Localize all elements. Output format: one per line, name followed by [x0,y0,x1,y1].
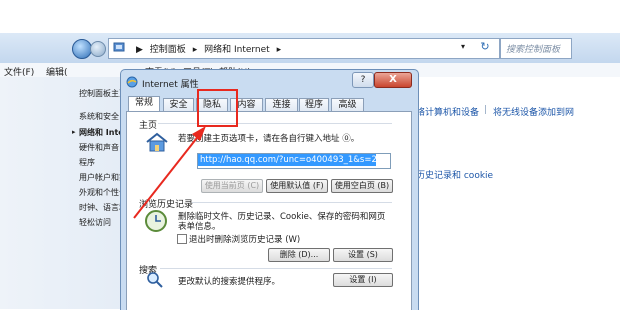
internet-options-icon [126,76,138,88]
link-network-computers[interactable]: 络计算机和设备 [416,105,479,118]
search-settings-button[interactable]: 设置 (I) [333,273,393,287]
delete-history-button[interactable]: 删除 (D)... [268,248,330,262]
use-blank-button[interactable]: 使用空白页 (B) [331,179,393,193]
breadcrumb-part: ▶ [136,45,143,55]
breadcrumb-part[interactable]: 控制面板 [150,45,186,55]
breadcrumb-part[interactable]: 网络和 Internet [204,45,270,55]
close-button[interactable]: X [374,72,412,88]
tab-connections[interactable]: 连接 [265,98,298,111]
search-placeholder: 搜索控制面板 [506,45,561,55]
help-button[interactable]: ? [352,72,374,88]
tab-advanced[interactable]: 高级 [331,98,364,111]
delete-on-exit-checkbox[interactable] [177,234,187,244]
breadcrumb-part: ▸ [276,45,282,55]
tab-programs[interactable]: 程序 [299,98,329,111]
search-magnifier-icon [147,272,163,288]
refresh-icon[interactable]: ↻ [478,40,492,54]
breadcrumb-part: ▸ [192,45,198,55]
use-default-button[interactable]: 使用默认值 (F) [266,179,328,193]
breadcrumb[interactable]: ▶ 控制面板 ▸ 网络和 Internet ▸ [136,42,285,55]
current-item-marker: ▸ [72,128,76,136]
group-divider [160,268,392,269]
back-button[interactable] [72,39,92,59]
link-history-cookies[interactable]: 历史记录和 cookie [416,168,493,181]
dialog-title: Internet 属性 [142,80,199,90]
control-panel-icon [113,42,125,52]
forward-button[interactable] [90,41,106,57]
history-settings-button[interactable]: 设置 (S) [333,248,393,262]
delete-on-exit-label[interactable]: 退出时删除浏览历史记录 (W) [189,233,300,245]
annotation-arrow-icon [133,126,206,219]
link-separator: | [484,105,488,115]
link-add-wireless[interactable]: 将无线设备添加到网 [493,105,574,118]
chevron-down-icon[interactable]: ▾ [461,42,465,51]
search-description: 更改默认的搜索提供程序。 [178,277,281,287]
